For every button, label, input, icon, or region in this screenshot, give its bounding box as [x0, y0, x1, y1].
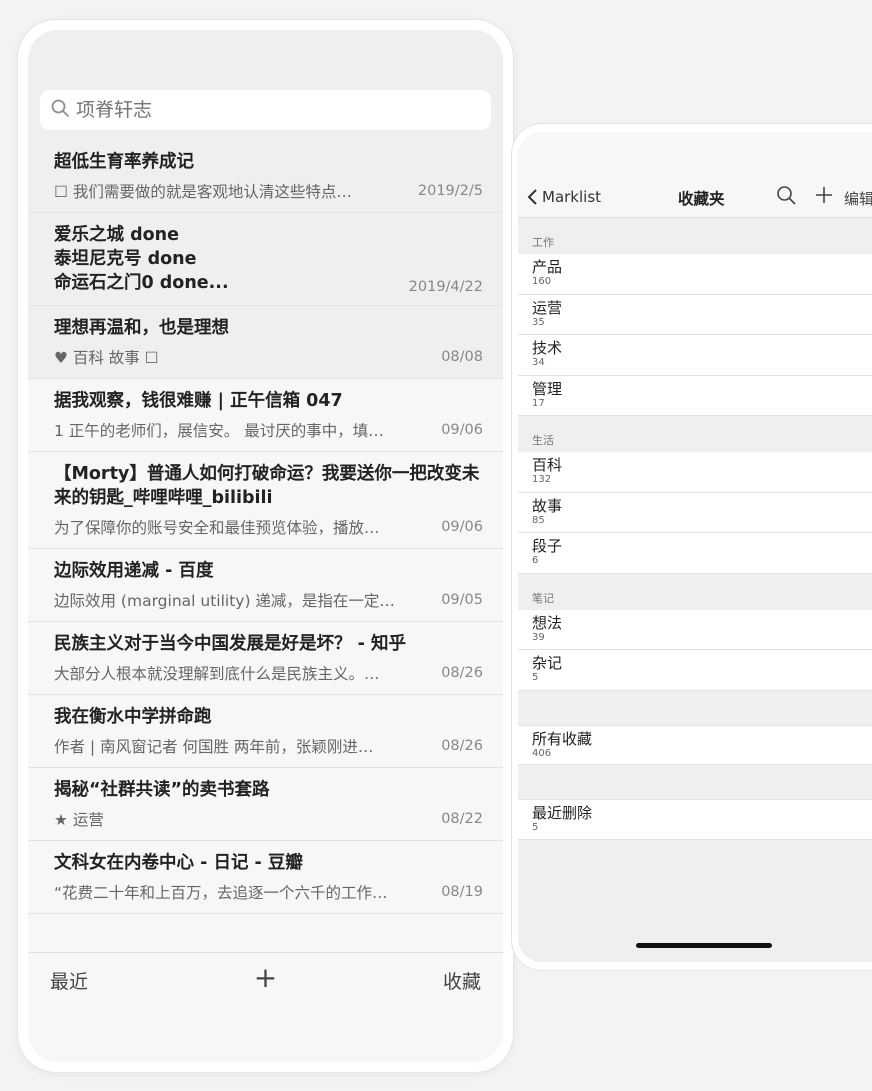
- back-button[interactable]: Marklist: [526, 188, 601, 206]
- folder-cell[interactable]: 想法39›: [518, 609, 872, 650]
- edit-button[interactable]: 编辑: [844, 188, 872, 209]
- item-snippet: 为了保障你的账号安全和最佳预览体验，播放…: [54, 519, 380, 537]
- tab-favorites[interactable]: 收藏: [443, 967, 481, 994]
- folder-cell[interactable]: 百科132›: [518, 452, 872, 493]
- page-title: 收藏夹: [678, 190, 725, 208]
- bookmark-list: 超低生育率养成记 ☐ 我们需要做的就是客观地认清这些特点… 2019/2/5 爱乐…: [28, 140, 503, 914]
- item-title: 据我观察，钱很难赚 | 正午信箱 047: [54, 391, 343, 411]
- item-title: 理想再温和，也是理想: [54, 318, 229, 338]
- list-item[interactable]: 文科女在内卷中心 - 日记 - 豆瓣 “花费二十年和上百万，去追逐一个六千的工作…: [28, 841, 503, 914]
- home-indicator: [636, 943, 772, 948]
- chevron-left-icon: [527, 189, 537, 205]
- notes-list-screen: 超低生育率养成记 ☐ 我们需要做的就是客观地认清这些特点… 2019/2/5 爱乐…: [28, 30, 503, 1062]
- section-header-notes: 笔记: [532, 591, 554, 605]
- item-title: 文科女在内卷中心 - 日记 - 豆瓣: [54, 853, 303, 873]
- item-date: 08/22: [441, 811, 483, 827]
- section-header-life: 生活: [532, 434, 554, 447]
- folder-cell[interactable]: 运营35›: [518, 294, 872, 335]
- item-snippet: ☐ 我们需要做的就是客观地认清这些特点…: [54, 183, 352, 201]
- favorites-screen: Marklist 收藏夹 编辑 工作 产品160› 运营35› 技术34› 管理…: [518, 132, 872, 962]
- item-date: 2019/4/22: [408, 279, 483, 295]
- item-date: 08/26: [441, 738, 483, 754]
- folder-cell[interactable]: 管理17›: [518, 375, 872, 416]
- top-bar: [28, 30, 503, 145]
- list-item[interactable]: 民族主义对于当今中国发展是好是坏？ - 知乎 大部分人根本就没理解到底什么是民族…: [28, 622, 503, 695]
- item-title: 揭秘“社群共读”的卖书套路: [54, 780, 270, 800]
- list-item[interactable]: 【Morty】普通人如何打破命运？我要送你一把改变未来的钥匙_哔哩哔哩_bili…: [28, 452, 503, 549]
- tab-bar: 最近 + 收藏: [28, 952, 503, 1062]
- item-title: 【Morty】普通人如何打破命运？我要送你一把改变未来的钥匙_哔哩哔哩_bili…: [54, 464, 480, 508]
- list-item[interactable]: 爱乐之城 done 泰坦尼克号 done 命运石之门0 done... 2019…: [28, 213, 503, 306]
- search-icon: [50, 98, 70, 122]
- item-date: 09/05: [441, 592, 483, 608]
- folder-cell[interactable]: 产品160›: [518, 254, 872, 295]
- item-date: 08/08: [441, 349, 483, 365]
- recently-deleted-cell[interactable]: 最近删除5›: [518, 799, 872, 840]
- list-item[interactable]: 边际效用递减 - 百度 边际效用 (marginal utility) 递减，是…: [28, 549, 503, 622]
- add-button[interactable]: +: [254, 961, 277, 994]
- list-item[interactable]: 揭秘“社群共读”的卖书套路 ★ 运营 08/22: [28, 768, 503, 841]
- list-item[interactable]: 我在衡水中学拼命跑 作者 | 南风窗记者 何国胜 两年前，张颖刚进… 08/26: [28, 695, 503, 768]
- phone-frame-right: Marklist 收藏夹 编辑 工作 产品160› 运营35› 技术34› 管理…: [512, 124, 872, 970]
- item-title: 边际效用递减 - 百度: [54, 561, 214, 581]
- item-snippet: 边际效用 (marginal utility) 递减，是指在一定…: [54, 592, 395, 610]
- tab-recent[interactable]: 最近: [50, 967, 88, 994]
- item-tags: ♥ 百科 故事 ☐: [54, 349, 159, 367]
- phone-frame-left: 超低生育率养成记 ☐ 我们需要做的就是客观地认清这些特点… 2019/2/5 爱乐…: [18, 20, 513, 1072]
- search-icon[interactable]: [776, 185, 796, 209]
- folder-cell[interactable]: 段子6›: [518, 533, 872, 574]
- plus-icon[interactable]: [814, 185, 834, 209]
- search-input[interactable]: [76, 99, 456, 121]
- back-label: Marklist: [542, 188, 602, 206]
- item-date: 08/19: [441, 884, 483, 900]
- item-title: 民族主义对于当今中国发展是好是坏？ - 知乎: [54, 634, 406, 654]
- item-snippet: 作者 | 南风窗记者 何国胜 两年前，张颖刚进…: [54, 738, 374, 756]
- item-tags: ★ 运营: [54, 811, 104, 829]
- item-title: 我在衡水中学拼命跑: [54, 707, 212, 727]
- item-snippet: “花费二十年和上百万，去追逐一个六千的工作…: [54, 884, 388, 902]
- folder-cell[interactable]: 杂记5›: [518, 650, 872, 691]
- section-header-work: 工作: [532, 236, 554, 249]
- item-title: 爱乐之城 done 泰坦尼克号 done 命运石之门0 done...: [54, 225, 229, 293]
- item-snippet: 大部分人根本就没理解到底什么是民族主义。…: [54, 665, 380, 683]
- item-date: 2019/2/5: [417, 183, 483, 199]
- list-item[interactable]: 据我观察，钱很难赚 | 正午信箱 047 1 正午的老师们，展信安。 最讨厌的事…: [28, 379, 503, 452]
- item-date: 08/26: [441, 665, 483, 681]
- item-title: 超低生育率养成记: [54, 152, 194, 172]
- item-snippet: 1 正午的老师们，展信安。 最讨厌的事中，填…: [54, 422, 384, 440]
- folder-cell[interactable]: 技术34›: [518, 335, 872, 376]
- item-date: 09/06: [441, 422, 483, 438]
- list-item[interactable]: 超低生育率养成记 ☐ 我们需要做的就是客观地认清这些特点… 2019/2/5: [28, 140, 503, 213]
- nav-bar: Marklist 收藏夹 编辑: [518, 132, 872, 218]
- folder-cell[interactable]: 故事85›: [518, 492, 872, 533]
- list-item[interactable]: 理想再温和，也是理想 ♥ 百科 故事 ☐ 08/08: [28, 306, 503, 379]
- search-bar[interactable]: [40, 90, 491, 130]
- item-date: 09/06: [441, 519, 483, 535]
- all-favorites-cell[interactable]: 所有收藏406›: [518, 724, 872, 765]
